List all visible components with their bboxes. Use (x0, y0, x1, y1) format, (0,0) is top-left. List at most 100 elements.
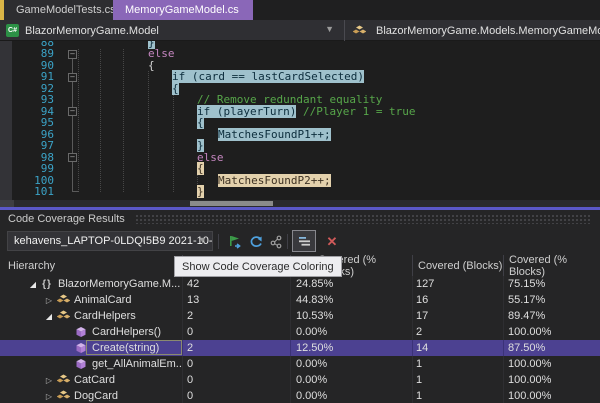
tree-expander-collapsed[interactable]: ▷ (42, 296, 56, 305)
row-name: DogCard (74, 390, 118, 402)
code-text: { (172, 83, 179, 95)
coverage-value: 100.00% (504, 388, 600, 403)
method-icon (74, 326, 88, 338)
document-tab-bar: GameModelTests.cs MemoryGameModel.cs (0, 0, 600, 20)
coverage-value: 87.50% (504, 340, 600, 356)
coverage-value: 75.15% (504, 276, 600, 292)
tree-expander-expanded[interactable]: ◢ (26, 280, 40, 289)
panel-drag-grip (135, 214, 592, 224)
row-name: CardHelpers() (92, 326, 161, 338)
column-header-covered-blocks-[interactable]: Covered (Blocks) (413, 255, 504, 276)
row-name: BlazorMemoryGame.M... (58, 278, 180, 290)
toolbar-separator (218, 234, 219, 249)
csharp-project-icon: C# (6, 24, 19, 37)
coverage-row-animalcard[interactable]: ▷AnimalCard1344.83%1655.17% (0, 292, 600, 308)
code-text: { (197, 163, 204, 175)
method-icon (74, 342, 88, 354)
type-scope-dropdown[interactable]: BlazorMemoryGame.Models.MemoryGameModel (346, 20, 600, 41)
editor-horizontal-scrollbar[interactable] (0, 200, 600, 207)
code-line: 101} (0, 186, 600, 198)
code-line: 100MatchesFoundP2++; (0, 175, 600, 187)
row-name: CatCard (74, 374, 115, 386)
code-line: 97} (0, 140, 600, 152)
coverage-value: 0 (183, 356, 291, 372)
project-scope-dropdown[interactable]: C# BlazorMemoryGame.Model ▼ (0, 20, 345, 41)
namespace-icon: {} (40, 278, 54, 290)
code-text: if (playerTurn) //Player 1 = true (197, 106, 416, 118)
coverage-session-label: kehavens_LAPTOP-0LDQI5B9 2021-10-05 1 (14, 235, 212, 247)
coverage-value: 0 (183, 324, 291, 340)
fold-collapse-icon[interactable]: – (68, 73, 77, 82)
scrollbar-thumb[interactable] (190, 201, 273, 206)
coverage-value: 14 (413, 340, 504, 356)
code-text: } (197, 186, 204, 198)
code-text: { (148, 60, 155, 72)
type-scope-label: BlazorMemoryGame.Models.MemoryGameModel (376, 25, 600, 37)
code-text: { (197, 117, 204, 129)
tab-memorygamemodel[interactable]: MemoryGameModel.cs (113, 0, 253, 20)
code-editor[interactable]: 88}89else90{91if (card == lastCardSelect… (0, 41, 600, 200)
code-line: 98else (0, 152, 600, 164)
editor-navigation-bar: C# BlazorMemoryGame.Model ▼ BlazorMemory… (0, 20, 600, 41)
row-name: CardHelpers (74, 310, 136, 322)
fold-collapse-icon[interactable]: – (68, 153, 77, 162)
coverage-coloring-toggle[interactable] (292, 230, 316, 252)
column-header-covered-blocks-[interactable]: Covered (% Blocks) (504, 255, 600, 276)
coverage-value: 2 (413, 324, 504, 340)
export-results-icon[interactable] (266, 232, 286, 251)
panel-title-bar[interactable]: Code Coverage Results (0, 210, 600, 228)
fold-collapse-icon[interactable]: – (68, 50, 77, 59)
chevron-down-icon: ▼ (198, 235, 207, 245)
row-name: AnimalCard (74, 294, 131, 306)
coverage-value: 100.00% (504, 324, 600, 340)
coverage-row-catcard[interactable]: ▷CatCard00.00%1100.00% (0, 372, 600, 388)
toolbar-separator (287, 234, 288, 249)
tooltip-text: Show Code Coverage Coloring (182, 261, 334, 273)
coverage-table-body: ◢{}BlazorMemoryGame.M...4224.85%12775.15… (0, 276, 600, 403)
tree-expander-collapsed[interactable]: ▷ (42, 392, 56, 401)
coverage-row-dogcard[interactable]: ▷DogCard00.00%1100.00% (0, 388, 600, 403)
coverage-value: 0.00% (291, 356, 413, 372)
coverage-row-cardhelpers[interactable]: ◢CardHelpers210.53%1789.47% (0, 308, 600, 324)
merge-results-icon[interactable] (246, 232, 266, 251)
code-line: 89else (0, 48, 600, 60)
class-icon (56, 390, 70, 402)
tooltip: Show Code Coverage Coloring (174, 256, 342, 277)
class-icon (56, 374, 70, 386)
coverage-value: 100.00% (504, 372, 600, 388)
coverage-value: 0.00% (291, 324, 413, 340)
chevron-down-icon: ▼ (325, 24, 334, 34)
method-icon (74, 358, 88, 370)
code-text: MatchesFoundP2++; (218, 175, 331, 187)
scrollbar-corner (0, 200, 14, 207)
coverage-value: 42 (183, 276, 291, 292)
code-coverage-results-panel: Code Coverage Results kehavens_LAPTOP-0L… (0, 210, 600, 403)
tab-label: MemoryGameModel.cs (125, 4, 239, 16)
tab-gamemodeltests[interactable]: GameModelTests.cs (4, 0, 113, 20)
tree-expander-collapsed[interactable]: ▷ (42, 376, 56, 385)
code-line: 94if (playerTurn) //Player 1 = true (0, 106, 600, 118)
coverage-value: 0 (183, 372, 291, 388)
project-scope-label: BlazorMemoryGame.Model (25, 25, 159, 37)
row-name: Create(string) (92, 342, 159, 354)
class-icon (352, 25, 366, 37)
coverage-value: 44.83% (291, 292, 413, 308)
panel-title: Code Coverage Results (8, 213, 125, 225)
tab-label: GameModelTests.cs (16, 4, 116, 16)
coverage-value: 2 (183, 308, 291, 324)
coverage-value: 100.00% (504, 356, 600, 372)
fold-collapse-icon[interactable]: – (68, 107, 77, 116)
coverage-row-cardhelpers-[interactable]: CardHelpers() 00.00%2100.00% (0, 324, 600, 340)
code-text: if (card == lastCardSelected) (172, 71, 364, 83)
column-header-hierarchy[interactable]: Hierarchy (0, 255, 183, 276)
import-results-icon[interactable] (225, 232, 245, 251)
coverage-row-create-string-[interactable]: Create(string) 212.50%1487.50% (0, 340, 600, 356)
coverage-session-dropdown[interactable]: kehavens_LAPTOP-0LDQI5B9 2021-10-05 1 ▼ (7, 231, 213, 251)
tree-expander-expanded[interactable]: ◢ (42, 312, 56, 321)
coverage-row-get-allanimalem-[interactable]: get_AllAnimalEm...00.00%1100.00% (0, 356, 600, 372)
coverage-value: 2 (183, 340, 291, 356)
coverage-value: 12.50% (291, 340, 413, 356)
remove-result-icon[interactable]: ✕ (322, 232, 342, 251)
coverage-value: 55.17% (504, 292, 600, 308)
coverage-row-blazormemorygame-m-[interactable]: ◢{}BlazorMemoryGame.M...4224.85%12775.15… (0, 276, 600, 292)
